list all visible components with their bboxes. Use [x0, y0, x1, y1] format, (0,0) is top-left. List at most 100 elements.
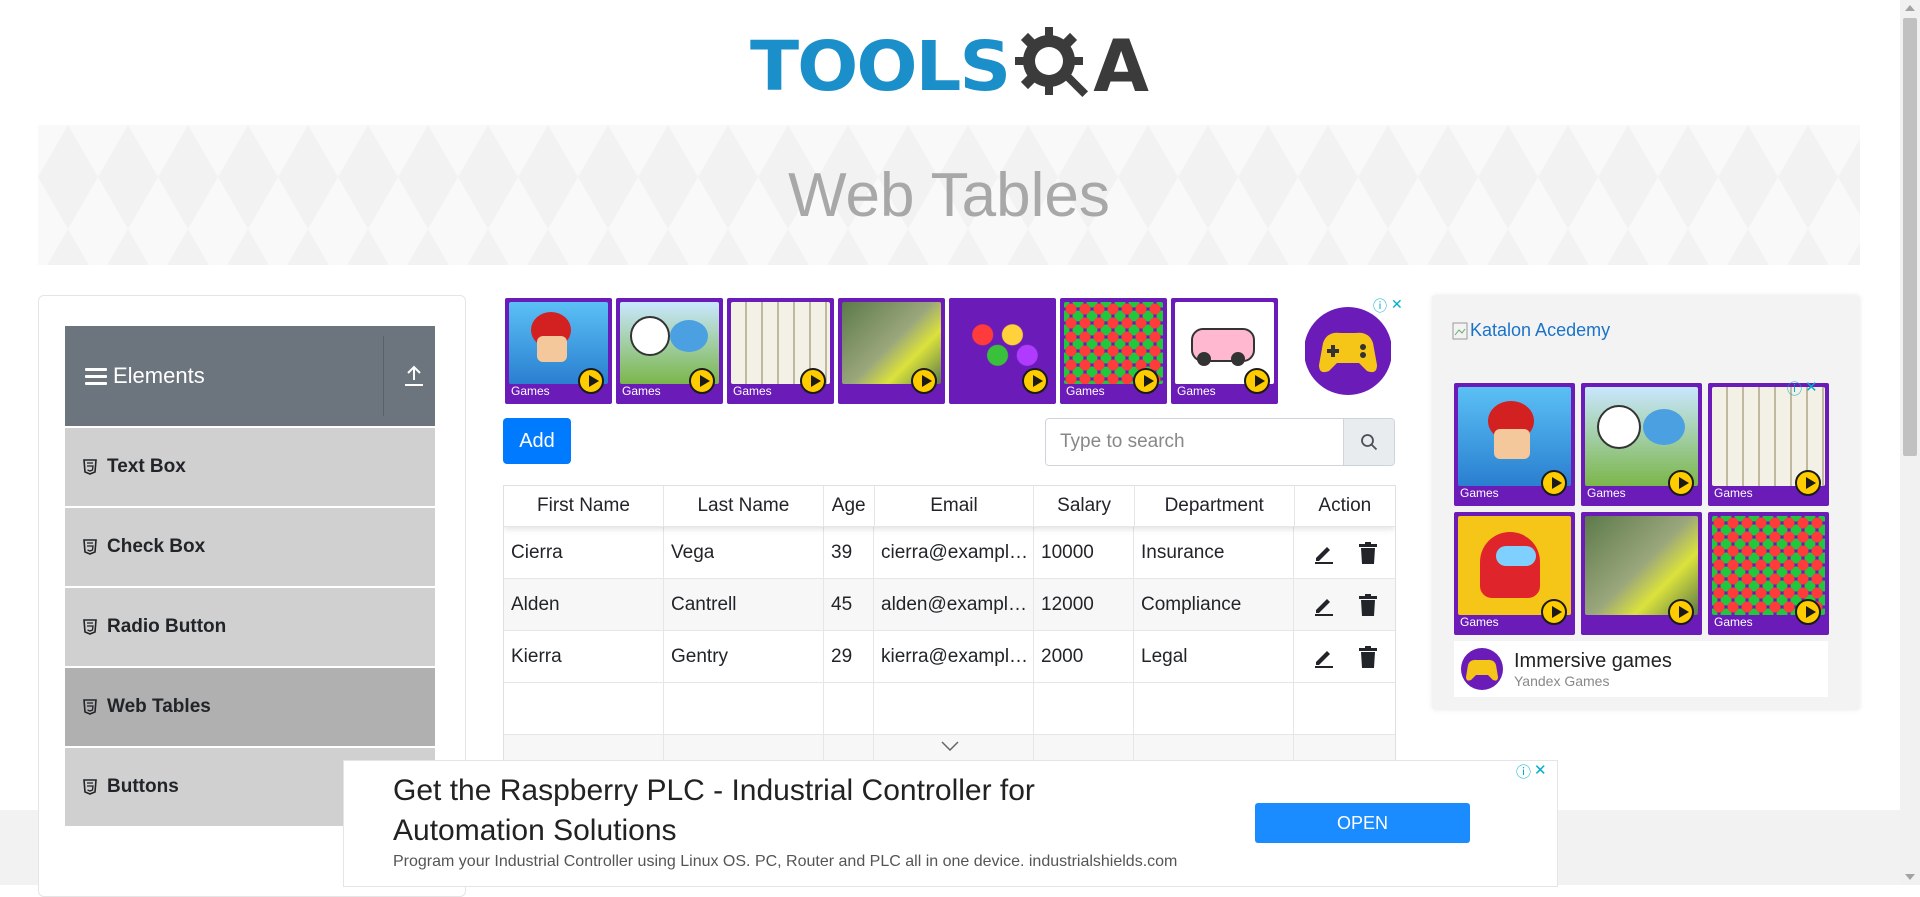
cell-text: Insurance: [1141, 541, 1225, 563]
column-header-first-name[interactable]: First Name: [504, 486, 664, 526]
cell-email: alden@example.com: [874, 579, 1034, 630]
cell-age: 39: [824, 527, 874, 578]
cell-text: 45: [831, 593, 853, 615]
column-header-department[interactable]: Department: [1135, 486, 1295, 526]
ad-tile-tag: Games: [1460, 615, 1499, 629]
scroll-up-arrow-icon[interactable]: [1905, 5, 1915, 11]
ad-tile[interactable]: Games: [1708, 383, 1829, 506]
hamburger-icon: [85, 367, 107, 385]
column-header-salary[interactable]: Salary: [1034, 486, 1135, 526]
right-ad-grid[interactable]: Games Games Games Games Games: [1454, 383, 1829, 635]
cell-text: 12000: [1041, 593, 1094, 615]
sidebar-item-label: Check Box: [107, 536, 206, 557]
sidebar-item-text-box[interactable]: Text Box: [65, 426, 435, 506]
right-ad[interactable]: Katalon Acedemy Games Games Games Games …: [1432, 295, 1860, 710]
ad-tile-tag: Games: [511, 384, 550, 398]
cell-last-name: Cantrell: [664, 579, 824, 630]
sidebar-item-web-tables[interactable]: Web Tables: [65, 666, 435, 746]
ad-tile[interactable]: Games: [1581, 383, 1702, 506]
play-icon: [1133, 368, 1159, 394]
html-file-icon: [83, 779, 97, 795]
right-ad-controls[interactable]: ⓘ ✕: [1787, 378, 1818, 399]
bottom-ad[interactable]: Get the Raspberry PLC - Industrial Contr…: [343, 760, 1558, 887]
column-header-last-name[interactable]: Last Name: [664, 486, 824, 526]
ad-controls[interactable]: ⓘ ✕: [1373, 296, 1403, 316]
ad-close-icon[interactable]: ✕: [1391, 296, 1403, 316]
cell-age: 29: [824, 631, 874, 682]
ad-tile[interactable]: [949, 298, 1056, 404]
cell-text: 39: [831, 541, 853, 563]
search-input[interactable]: [1046, 419, 1343, 465]
column-header-age[interactable]: Age: [824, 486, 875, 526]
bottom-ad-controls[interactable]: ⓘ ✕: [1516, 761, 1547, 782]
bottom-ad-title[interactable]: Get the Raspberry PLC - Industrial Contr…: [393, 771, 1153, 851]
top-ad-strip[interactable]: Games Games Games Games Games: [505, 298, 1278, 404]
cell-text: 2000: [1041, 645, 1084, 667]
ad-tile[interactable]: Games: [1454, 383, 1575, 506]
play-icon: [1541, 470, 1567, 496]
bottom-ad-description: Program your Industrial Controller using…: [393, 853, 1178, 870]
cell-text: Compliance: [1141, 593, 1242, 615]
html-file-icon: [83, 459, 97, 475]
right-ad-footer[interactable]: Immersive games Yandex Games: [1454, 641, 1828, 697]
trash-icon[interactable]: [1358, 593, 1378, 616]
ad-tile-tag: Games: [622, 384, 661, 398]
play-icon: [578, 368, 604, 394]
ad-tile-tag: Games: [1714, 486, 1753, 500]
scrollbar-thumb[interactable]: [1903, 18, 1917, 456]
elements-group-header[interactable]: Elements: [65, 326, 435, 426]
play-icon: [1795, 470, 1821, 496]
ad-tile-tag: Games: [1587, 486, 1626, 500]
edit-pencil-icon[interactable]: [1312, 541, 1336, 565]
ad-info-icon[interactable]: ⓘ: [1787, 378, 1802, 399]
ad-info-icon[interactable]: ⓘ: [1373, 296, 1387, 316]
cell-first-name: Alden: [504, 579, 664, 630]
upload-icon[interactable]: [403, 364, 425, 388]
page-scrollbar[interactable]: [1900, 0, 1920, 885]
search-icon: [1361, 434, 1378, 451]
column-header-action[interactable]: Action: [1295, 486, 1395, 526]
sidebar-item-check-box[interactable]: Check Box: [65, 506, 435, 586]
gamepad-icon[interactable]: [1305, 303, 1391, 399]
ad-tile-tag: Games: [1460, 486, 1499, 500]
gamepad-icon: [1461, 648, 1503, 690]
column-header-email[interactable]: Email: [875, 486, 1035, 526]
edit-pencil-icon[interactable]: [1312, 593, 1336, 617]
play-icon: [1668, 599, 1694, 625]
ad-tile[interactable]: [1581, 512, 1702, 635]
ad-tile[interactable]: Games: [616, 298, 723, 404]
table-row-empty: [504, 683, 1395, 735]
play-icon: [689, 368, 715, 394]
open-button[interactable]: OPEN: [1255, 803, 1470, 843]
play-icon: [1244, 368, 1270, 394]
ad-close-icon[interactable]: ✕: [1805, 378, 1818, 399]
table-row: Cierra Vega 39 cierra@example.com 10000 …: [504, 527, 1395, 579]
cell-text: Cierra: [511, 541, 563, 563]
cell-action: [1294, 631, 1395, 682]
ad-tile[interactable]: Games: [1171, 298, 1278, 404]
table-row: Alden Cantrell 45 alden@example.com 1200…: [504, 579, 1395, 631]
search-box[interactable]: [1045, 418, 1395, 466]
cell-text: Legal: [1141, 645, 1188, 667]
ad-tile[interactable]: Games: [505, 298, 612, 404]
ad-tile-tag: Games: [1066, 384, 1105, 398]
ad-info-icon[interactable]: ⓘ: [1516, 761, 1531, 782]
trash-icon[interactable]: [1358, 541, 1378, 564]
ad-tile[interactable]: Games: [1454, 512, 1575, 635]
add-button[interactable]: Add: [503, 418, 571, 464]
edit-pencil-icon[interactable]: [1312, 645, 1336, 669]
sidebar-item-label: Buttons: [107, 776, 179, 797]
ad-close-icon[interactable]: ✕: [1534, 761, 1547, 782]
ad-tile[interactable]: Games: [1708, 512, 1829, 635]
toolsqa-logo[interactable]: TOOLS A: [750, 18, 1149, 113]
scroll-down-arrow-icon[interactable]: [1905, 874, 1915, 880]
logo-text: TOOLS: [750, 25, 1011, 106]
trash-icon[interactable]: [1358, 645, 1378, 668]
ad-tile[interactable]: Games: [727, 298, 834, 404]
katalon-academy-link[interactable]: Katalon Acedemy: [1452, 320, 1610, 341]
chevron-down-icon[interactable]: [941, 741, 959, 751]
sidebar-item-radio-button[interactable]: Radio Button: [65, 586, 435, 666]
search-button[interactable]: [1343, 419, 1394, 465]
ad-tile[interactable]: Games: [1060, 298, 1167, 404]
ad-tile[interactable]: [838, 298, 945, 404]
